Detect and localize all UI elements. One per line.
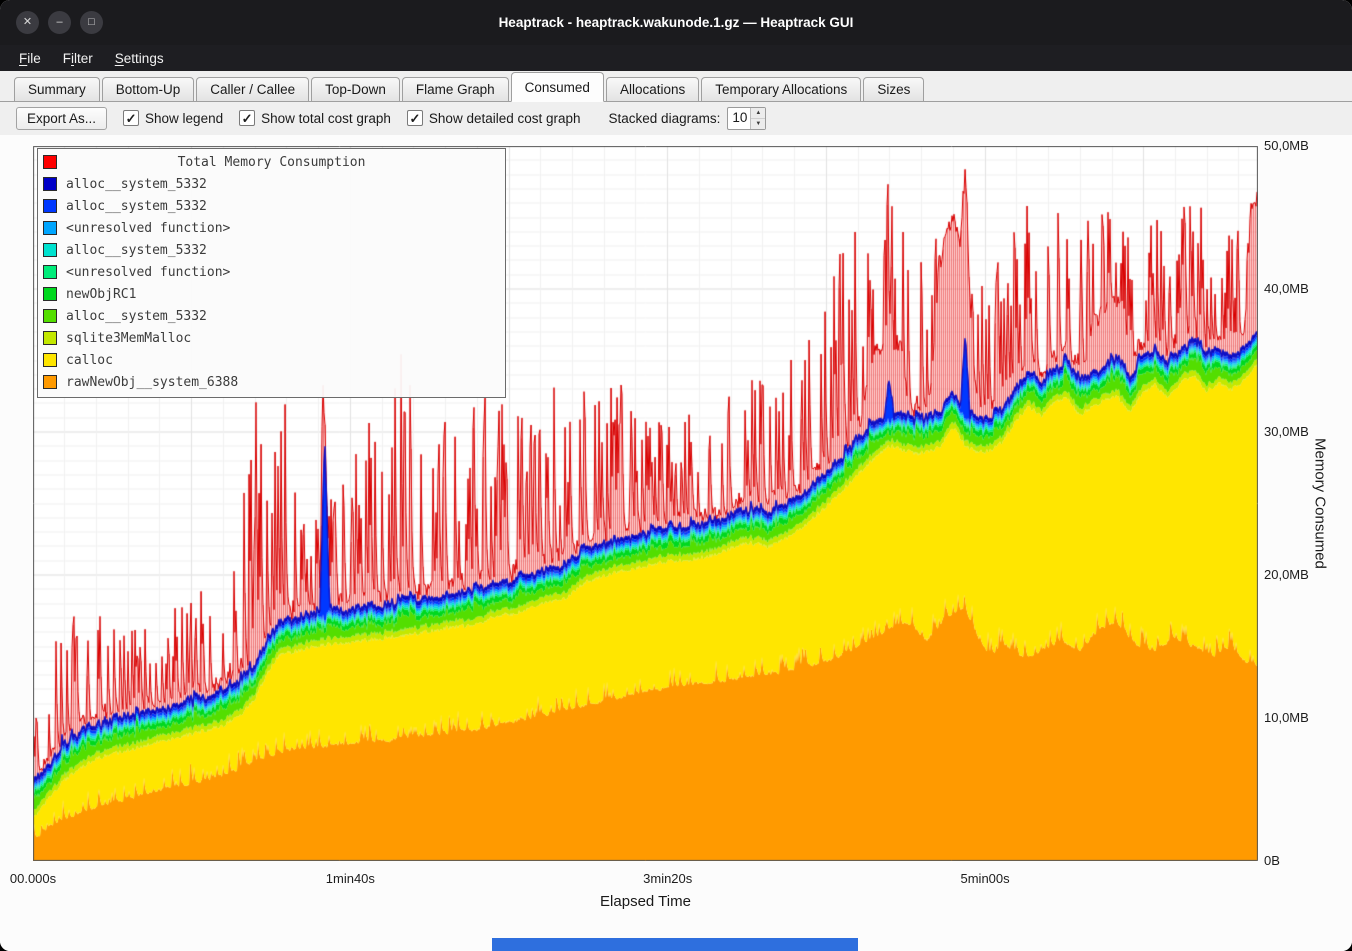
x-tick-1min40s: 1min40s (326, 871, 375, 886)
tab-bottom-up[interactable]: Bottom-Up (102, 77, 195, 101)
legend-swatch (43, 199, 57, 213)
checkbox[interactable]: ✓ (239, 110, 255, 126)
tab-flame-graph[interactable]: Flame Graph (402, 77, 509, 101)
legend-swatch (43, 265, 57, 279)
legend-total-swatch (43, 155, 57, 169)
x-tick-00-000s: 00.000s (10, 871, 56, 886)
legend-swatch (43, 243, 57, 257)
legend-title: Total Memory Consumption (178, 155, 366, 170)
y-tick-50-0mb: 50,0MB (1264, 138, 1309, 153)
legend-item-alloc-system-5332: alloc__system_5332 (38, 195, 505, 217)
x-axis-label: Elapsed Time (33, 893, 1258, 910)
tab-consumed[interactable]: Consumed (511, 72, 604, 102)
y-tick-30-0mb: 30,0MB (1264, 424, 1309, 439)
stacked-diagrams-spinner[interactable]: 10 ▲ ▼ (727, 107, 766, 130)
legend-swatch (43, 309, 57, 323)
bottom-panel-strip (492, 938, 858, 951)
legend-swatch (43, 353, 57, 367)
legend-item-unresolved-function: <unresolved function> (38, 261, 505, 283)
legend-item-alloc-system-5332: alloc__system_5332 (38, 173, 505, 195)
x-tick-3min20s: 3min20s (643, 871, 692, 886)
toolbar: Export As... ✓ Show legend ✓ Show total … (0, 102, 1352, 135)
y-tick-20-0mb: 20,0MB (1264, 567, 1309, 582)
menubar: FileFilterSettings (0, 45, 1352, 71)
legend-items: alloc__system_5332 alloc__system_5332 <u… (38, 173, 505, 393)
spin-up-icon[interactable]: ▲ (751, 108, 765, 119)
spinner-value[interactable]: 10 (728, 108, 750, 129)
menu-item-filter[interactable]: Filter (52, 45, 104, 71)
stacked-diagrams-control: Stacked diagrams: 10 ▲ ▼ (609, 107, 767, 130)
tab-bar: SummaryBottom-UpCaller / CalleeTop-DownF… (0, 71, 1352, 102)
close-icon[interactable]: ✕ (16, 11, 39, 34)
checkbox-item-show-legend[interactable]: ✓ Show legend (123, 110, 223, 126)
checkbox-group: ✓ Show legend ✓ Show total cost graph ✓ … (123, 110, 581, 126)
tab-top-down[interactable]: Top-Down (311, 77, 400, 101)
checkbox[interactable]: ✓ (407, 110, 423, 126)
spin-down-icon[interactable]: ▼ (751, 119, 765, 129)
legend-swatch (43, 221, 57, 235)
legend-swatch (43, 375, 57, 389)
checkbox-item-show-total-cost-graph[interactable]: ✓ Show total cost graph (239, 110, 391, 126)
legend-swatch (43, 331, 57, 345)
maximize-icon[interactable]: □ (80, 11, 103, 34)
tab-caller-callee[interactable]: Caller / Callee (196, 77, 309, 101)
window-controls: ✕ – □ (16, 0, 103, 45)
chart-legend: Total Memory Consumption alloc__system_5… (37, 148, 506, 398)
x-tick-5min00s: 5min00s (960, 871, 1009, 886)
checkbox-item-show-detailed-cost-graph[interactable]: ✓ Show detailed cost graph (407, 110, 581, 126)
legend-swatch (43, 177, 57, 191)
memory-consumed-chart: Total Memory Consumption alloc__system_5… (0, 135, 1352, 951)
window-title: Heaptrack - heaptrack.wakunode.1.gz — He… (0, 15, 1352, 30)
menu-item-settings[interactable]: Settings (104, 45, 175, 71)
legend-item-alloc-system-5332: alloc__system_5332 (38, 239, 505, 261)
legend-item-sqlite3memmalloc: sqlite3MemMalloc (38, 327, 505, 349)
tab-summary[interactable]: Summary (14, 77, 100, 101)
check-icon: ✓ (126, 112, 137, 125)
tab-allocations[interactable]: Allocations (606, 77, 699, 101)
export-as-button[interactable]: Export As... (16, 107, 107, 130)
legend-item-unresolved-function: <unresolved function> (38, 217, 505, 239)
heaptrack-window: ✕ – □ Heaptrack - heaptrack.wakunode.1.g… (0, 0, 1352, 951)
y-axis-label: Memory Consumed (1306, 146, 1334, 861)
y-tick-0b: 0B (1264, 853, 1280, 868)
tab-sizes[interactable]: Sizes (863, 77, 924, 101)
menu-item-file[interactable]: File (8, 45, 52, 71)
y-tick-40-0mb: 40,0MB (1264, 281, 1309, 296)
legend-item-newobjrc1: newObjRC1 (38, 283, 505, 305)
checkbox[interactable]: ✓ (123, 110, 139, 126)
legend-item-calloc: calloc (38, 349, 505, 371)
tab-temporary-allocations[interactable]: Temporary Allocations (701, 77, 861, 101)
check-icon: ✓ (409, 112, 420, 125)
legend-swatch (43, 287, 57, 301)
y-tick-10-0mb: 10,0MB (1264, 710, 1309, 725)
stacked-diagrams-label: Stacked diagrams: (609, 111, 721, 126)
legend-item-rawnewobj-system-6388: rawNewObj__system_6388 (38, 371, 505, 393)
titlebar: ✕ – □ Heaptrack - heaptrack.wakunode.1.g… (0, 0, 1352, 45)
minimize-icon[interactable]: – (48, 11, 71, 34)
check-icon: ✓ (242, 112, 253, 125)
legend-item-alloc-system-5332: alloc__system_5332 (38, 305, 505, 327)
